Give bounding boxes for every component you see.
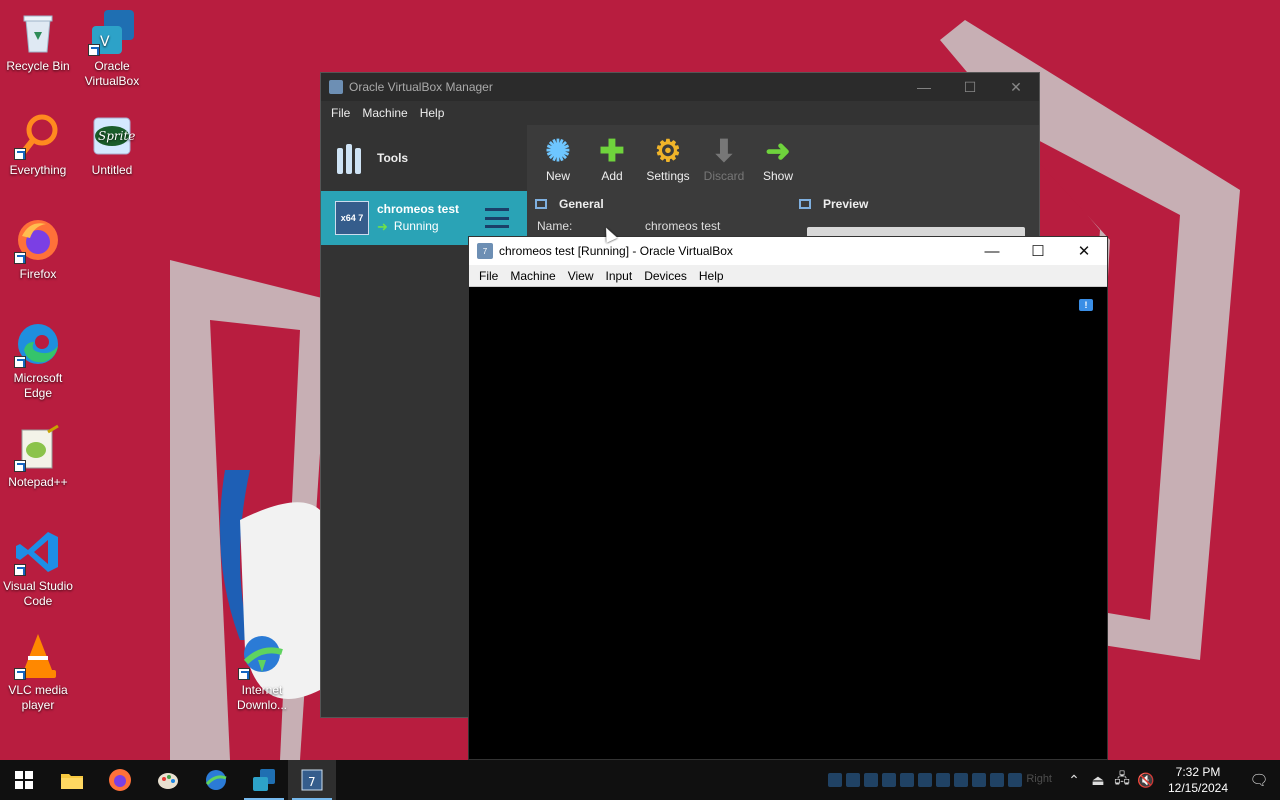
- idm-icon: [205, 770, 227, 790]
- vm-menu-help[interactable]: Help: [693, 269, 730, 283]
- sprite-image-icon: Sprite: [88, 112, 136, 160]
- vm-menu-devices[interactable]: Devices: [638, 269, 693, 283]
- desktop-icon-recycle-bin[interactable]: Recycle Bin: [0, 8, 76, 74]
- virtualbox-icon: V: [88, 8, 136, 56]
- menu-file[interactable]: File: [325, 106, 356, 120]
- general-section-header[interactable]: General: [535, 193, 1039, 215]
- vscode-icon: [14, 528, 62, 576]
- vm-display[interactable]: !: [469, 287, 1107, 759]
- vm-window-menubar: File Machine View Input Devices Help: [469, 265, 1107, 287]
- maximize-button[interactable]: ☐: [947, 73, 993, 101]
- taskbar: 7 Right ⌃ ⏏ 🖧 🔇 7:32 PM 12/15/2024 🗨: [0, 760, 1280, 800]
- taskbar-internet-download-manager[interactable]: [192, 760, 240, 800]
- everything-search-icon: [14, 112, 62, 160]
- monitor-icon: [535, 199, 547, 209]
- monitor-icon: [799, 199, 811, 209]
- new-button[interactable]: ✺ New: [531, 125, 585, 187]
- manager-toolbar: ✺ New ✚ Add ⚙ Settings ⬇ Discard ➜ Show: [531, 125, 805, 187]
- minimize-button[interactable]: —: [969, 237, 1015, 265]
- firefox-icon: [14, 216, 62, 264]
- taskbar-virtualbox-manager[interactable]: [240, 760, 288, 800]
- preview-section: Preview: [799, 193, 868, 215]
- notification-icon[interactable]: !: [1079, 299, 1093, 311]
- discard-arrow-icon: ⬇: [711, 135, 737, 168]
- vm-menu-list-icon[interactable]: [485, 208, 509, 228]
- vm-window-titlebar[interactable]: 7 chromeos test [Running] - Oracle Virtu…: [469, 237, 1107, 265]
- tools-item[interactable]: Tools: [321, 125, 527, 191]
- desktop-icon-everything[interactable]: Everything: [0, 112, 76, 178]
- os-type-icon: x64 7: [335, 201, 369, 235]
- show-button[interactable]: ➜ Show: [751, 125, 805, 187]
- taskbar-vm-window[interactable]: 7: [288, 760, 336, 800]
- vm-running-window[interactable]: 7 chromeos test [Running] - Oracle Virtu…: [468, 236, 1108, 760]
- desktop-icon-untitled[interactable]: Sprite Untitled: [74, 112, 150, 178]
- internet-download-manager-icon: [238, 632, 286, 680]
- menu-help[interactable]: Help: [414, 106, 451, 120]
- menu-machine[interactable]: Machine: [356, 106, 413, 120]
- settings-button[interactable]: ⚙ Settings: [639, 125, 697, 187]
- desktop-icon-visual-studio-code[interactable]: Visual Studio Code: [0, 528, 76, 609]
- maximize-button[interactable]: ☐: [1015, 237, 1061, 265]
- virtualbox-icon: [329, 80, 343, 94]
- manager-titlebar[interactable]: Oracle VirtualBox Manager — ☐ ✕: [321, 73, 1039, 101]
- desktop-icon-internet-download-manager[interactable]: Internet Downlo...: [224, 632, 300, 713]
- minimize-button[interactable]: —: [901, 73, 947, 101]
- svg-text:V: V: [100, 34, 110, 50]
- taskbar-file-explorer[interactable]: [48, 760, 96, 800]
- volume-muted-icon[interactable]: 🔇: [1134, 772, 1158, 789]
- action-center-icon[interactable]: 🗨: [1238, 771, 1280, 789]
- clock-time: 7:32 PM: [1175, 765, 1221, 779]
- taskbar-firefox[interactable]: [96, 760, 144, 800]
- recycle-bin-icon: [14, 8, 62, 56]
- virtualbox-icon: [253, 769, 275, 791]
- vm-state: Running: [393, 219, 439, 233]
- desktop-icon-oracle-virtualbox[interactable]: V Oracle VirtualBox: [74, 8, 150, 89]
- running-arrow-icon: ➜: [377, 219, 388, 234]
- folder-icon: [61, 774, 83, 789]
- vm-window-title: chromeos test [Running] - Oracle Virtual…: [499, 244, 733, 258]
- close-button[interactable]: ✕: [1061, 237, 1107, 265]
- vm-menu-input[interactable]: Input: [600, 269, 639, 283]
- clock-date: 12/15/2024: [1167, 781, 1229, 795]
- edge-icon: [14, 320, 62, 368]
- close-button[interactable]: ✕: [993, 73, 1039, 101]
- taskbar-clock[interactable]: 7:32 PM 12/15/2024: [1158, 764, 1238, 796]
- safely-remove-hardware-icon[interactable]: ⏏: [1086, 772, 1110, 789]
- windows-start-icon: [15, 771, 33, 789]
- tools-icon: [337, 142, 369, 174]
- notepad-plus-plus-icon: [14, 424, 62, 472]
- paint-icon: [158, 773, 178, 789]
- start-button[interactable]: [0, 760, 48, 800]
- preview-section-header[interactable]: Preview: [799, 193, 868, 215]
- desktop-icon-vlc[interactable]: VLC media player: [0, 632, 76, 713]
- tools-label: Tools: [377, 151, 409, 165]
- show-hidden-icons-chevron-icon[interactable]: ⌃: [1062, 772, 1086, 789]
- vlc-icon: [14, 632, 62, 680]
- taskbar-paint[interactable]: [144, 760, 192, 800]
- vm-menu-view[interactable]: View: [562, 269, 600, 283]
- vm-os-icon: 7: [301, 769, 323, 791]
- show-arrow-icon: ➜: [765, 135, 791, 168]
- desktop-icon-notepad-plus-plus[interactable]: Notepad++: [0, 424, 76, 490]
- settings-gear-icon: ⚙: [654, 135, 682, 168]
- add-button[interactable]: ✚ Add: [585, 125, 639, 187]
- system-tray: Right ⌃ ⏏ 🖧 🔇 7:32 PM 12/15/2024 🗨: [828, 760, 1280, 800]
- discard-button[interactable]: ⬇ Discard: [697, 125, 751, 187]
- network-icon[interactable]: 🖧: [1110, 768, 1134, 792]
- manager-menubar: File Machine Help: [321, 101, 1039, 125]
- vm-status-bar-icons: Right: [828, 773, 1052, 787]
- add-icon: ✚: [599, 135, 625, 168]
- vm-menu-machine[interactable]: Machine: [504, 269, 561, 283]
- manager-title: Oracle VirtualBox Manager: [349, 80, 493, 94]
- svg-text:Sprite: Sprite: [98, 129, 135, 143]
- desktop-icon-microsoft-edge[interactable]: Microsoft Edge: [0, 320, 76, 401]
- desktop-icon-firefox[interactable]: Firefox: [0, 216, 76, 282]
- firefox-icon: [109, 769, 131, 791]
- new-icon: ✺: [545, 135, 571, 168]
- vm-menu-file[interactable]: File: [473, 269, 504, 283]
- svg-text:7: 7: [308, 775, 316, 789]
- vm-os-icon: 7: [477, 243, 493, 259]
- vm-name: chromeos test: [377, 202, 460, 216]
